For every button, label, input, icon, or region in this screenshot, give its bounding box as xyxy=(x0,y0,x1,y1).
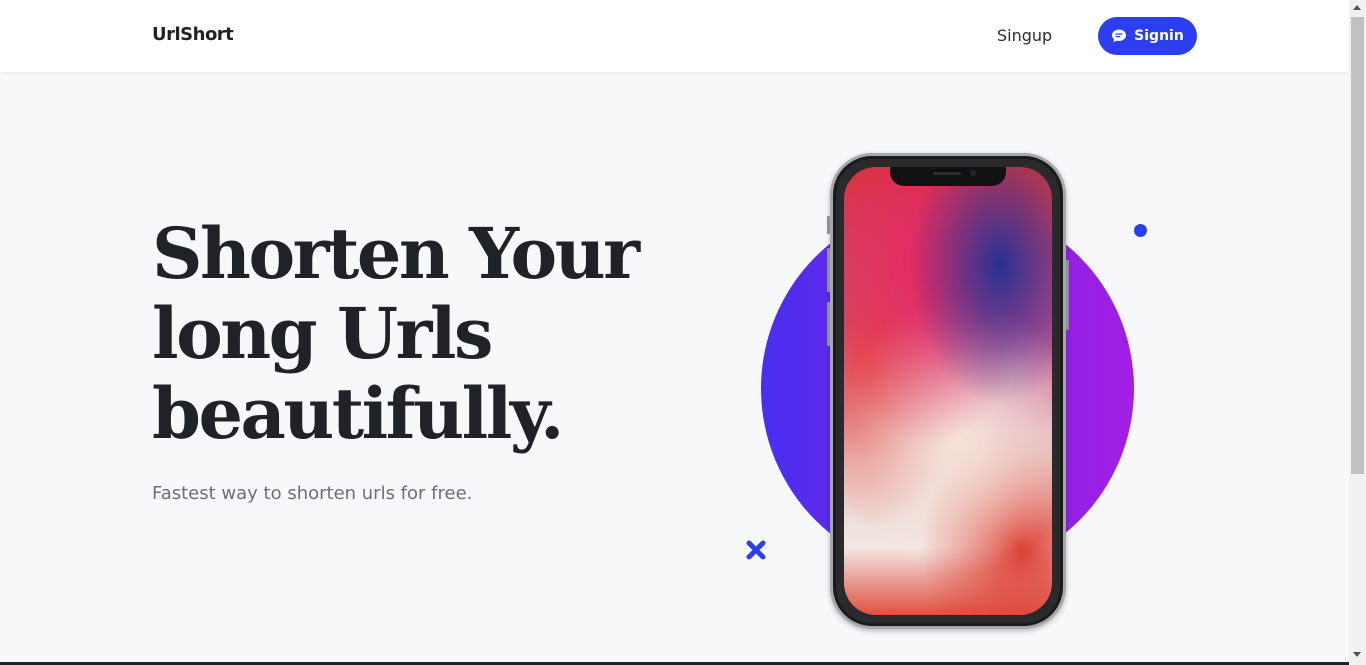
phone-side-button xyxy=(827,302,830,346)
scrollbar[interactable] xyxy=(1349,0,1366,665)
signup-link[interactable]: Singup xyxy=(997,26,1052,45)
phone-side-button xyxy=(1066,260,1069,330)
signin-label: Signin xyxy=(1134,28,1184,44)
navbar: UrlShort Singup Signin xyxy=(0,0,1349,72)
hero-title-line: Shorten Your xyxy=(152,212,640,295)
phone-notch xyxy=(890,167,1006,186)
hero-title-line: beautifully. xyxy=(152,372,564,455)
hero-title-line: long Urls xyxy=(152,292,493,375)
scroll-up-icon[interactable] xyxy=(1353,5,1361,10)
signin-button[interactable]: Signin xyxy=(1098,17,1197,55)
phone-screen xyxy=(844,167,1052,615)
hero-subtitle: Fastest way to shorten urls for free. xyxy=(152,483,473,504)
scroll-down-icon[interactable] xyxy=(1353,652,1361,657)
dot-icon xyxy=(1134,224,1147,237)
phone-side-button xyxy=(827,216,830,234)
hero-title: Shorten Your long Urls beautifully. xyxy=(152,214,672,454)
scroll-thumb[interactable] xyxy=(1351,17,1364,474)
phone-side-button xyxy=(827,248,830,292)
camera-icon xyxy=(970,170,976,176)
smartphone-mockup xyxy=(827,153,1069,629)
brand-logo[interactable]: UrlShort xyxy=(152,24,234,45)
chat-bubble-icon xyxy=(1112,29,1127,43)
cross-icon xyxy=(746,540,766,560)
speaker-icon xyxy=(933,172,961,175)
